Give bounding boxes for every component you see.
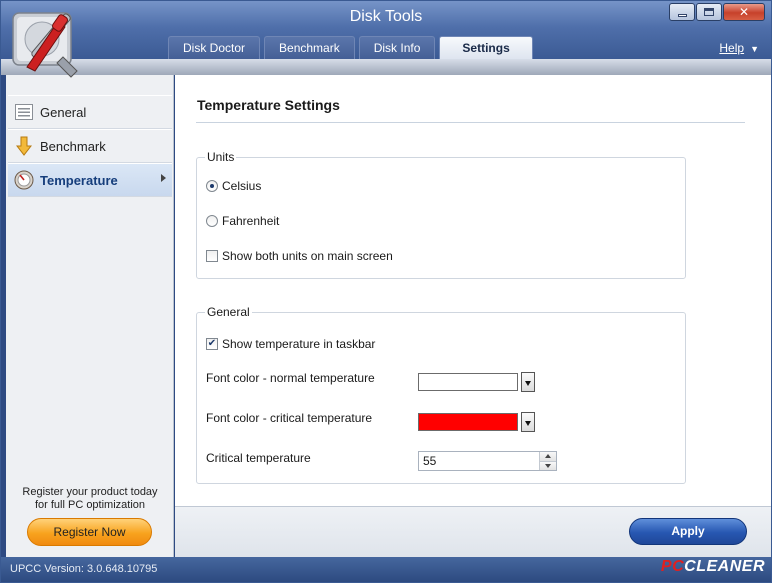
close-button[interactable]: ✕	[723, 3, 765, 21]
window-title: Disk Tools	[349, 8, 423, 25]
fahrenheit-label: Fahrenheit	[222, 214, 280, 228]
gauge-icon	[14, 170, 34, 190]
brand-pc: PC	[660, 558, 685, 575]
register-promo-line2: for full PC optimization	[34, 499, 146, 511]
font-normal-swatch	[418, 373, 518, 391]
help-label: Help	[719, 41, 745, 55]
show-taskbar-option[interactable]: ✔ Show temperature in taskbar	[206, 337, 375, 351]
font-normal-label: Font color - normal temperature	[206, 371, 375, 385]
stepper-down-icon[interactable]	[540, 460, 556, 470]
list-icon	[14, 102, 34, 122]
stepper-buttons	[539, 452, 556, 470]
celsius-option[interactable]: Celsius	[206, 179, 261, 193]
close-icon: ✕	[738, 5, 750, 19]
pc-cleaner-logo: PCCLEANER	[661, 558, 765, 576]
tab-settings[interactable]: Settings	[439, 36, 533, 60]
units-group-label: Units	[205, 150, 237, 164]
register-promo-line1: Register your product today	[22, 486, 158, 498]
settings-panel: Temperature Settings Units Celsius Fahre…	[175, 75, 771, 507]
fahrenheit-option[interactable]: Fahrenheit	[206, 214, 279, 228]
action-bar: Apply	[175, 506, 771, 557]
chevron-down-icon[interactable]	[521, 372, 535, 392]
show-both-units-checkbox[interactable]	[206, 250, 218, 262]
apply-button[interactable]: Apply	[629, 518, 747, 545]
critical-temp-label: Critical temperature	[206, 451, 311, 465]
sidebar-item-temperature[interactable]: Temperature	[8, 163, 172, 197]
chevron-down-icon: ▼	[750, 44, 759, 54]
tab-disk-doctor[interactable]: Disk Doctor	[168, 36, 261, 59]
critical-temp-stepper[interactable]: 55	[418, 451, 557, 471]
title-bar: Disk Tools ✕ Disk Doctor Benchmark Disk …	[1, 1, 771, 60]
brand-cleaner: CLEANER	[684, 558, 765, 575]
disk-tools-logo-icon	[12, 12, 78, 78]
minimize-icon	[677, 13, 687, 17]
status-bar: UPCC Version: 3.0.648.10795 PCCLEANER	[1, 557, 771, 582]
sidebar-item-label: Temperature	[40, 172, 118, 188]
font-critical-color-picker[interactable]	[418, 412, 536, 432]
help-menu[interactable]: Help ▼	[719, 41, 759, 55]
app-window: Disk Tools ✕ Disk Doctor Benchmark Disk …	[0, 0, 772, 583]
stepper-up-icon[interactable]	[540, 452, 556, 461]
show-both-units-option[interactable]: Show both units on main screen	[206, 249, 393, 263]
celsius-radio[interactable]	[206, 180, 218, 192]
show-taskbar-checkbox[interactable]: ✔	[206, 338, 218, 350]
version-text: UPCC Version: 3.0.648.10795	[10, 563, 158, 575]
fahrenheit-radio[interactable]	[206, 215, 218, 227]
font-critical-label: Font color - critical temperature	[206, 411, 373, 425]
sidebar-list: General Benchmark Temperature	[8, 95, 172, 197]
font-critical-swatch	[418, 413, 518, 431]
down-arrow-icon	[14, 136, 34, 156]
header-strip	[1, 59, 771, 75]
page-title: Temperature Settings	[197, 97, 340, 113]
chevron-right-icon	[161, 174, 166, 182]
show-both-units-label: Show both units on main screen	[222, 249, 393, 263]
font-normal-color-picker[interactable]	[418, 372, 536, 392]
sidebar: General Benchmark Temperature Register y…	[6, 75, 174, 557]
maximize-button[interactable]	[696, 3, 722, 21]
chevron-down-icon[interactable]	[521, 412, 535, 432]
sidebar-item-label: Benchmark	[40, 138, 106, 154]
celsius-label: Celsius	[222, 179, 262, 193]
tab-disk-info[interactable]: Disk Info	[358, 36, 436, 59]
minimize-button[interactable]	[669, 3, 695, 21]
general-group: General ✔ Show temperature in taskbar Fo…	[196, 305, 686, 484]
sidebar-item-label: General	[40, 104, 87, 120]
maximize-icon	[704, 8, 714, 16]
units-group: Units Celsius Fahrenheit Show both units…	[196, 150, 686, 279]
show-taskbar-label: Show temperature in taskbar	[222, 337, 376, 351]
main-tabs: Disk Doctor Benchmark Disk Info Settings	[168, 36, 537, 60]
title-divider	[196, 122, 745, 123]
sidebar-item-general[interactable]: General	[8, 95, 172, 129]
sidebar-item-benchmark[interactable]: Benchmark	[8, 129, 172, 163]
register-now-button[interactable]: Register Now	[27, 518, 152, 546]
critical-temp-value[interactable]: 55	[419, 452, 539, 470]
general-group-label: General	[205, 305, 252, 319]
window-controls: ✕	[668, 3, 765, 21]
tab-benchmark[interactable]: Benchmark	[264, 36, 355, 59]
register-promo-text: Register your product today for full PC …	[6, 486, 174, 512]
